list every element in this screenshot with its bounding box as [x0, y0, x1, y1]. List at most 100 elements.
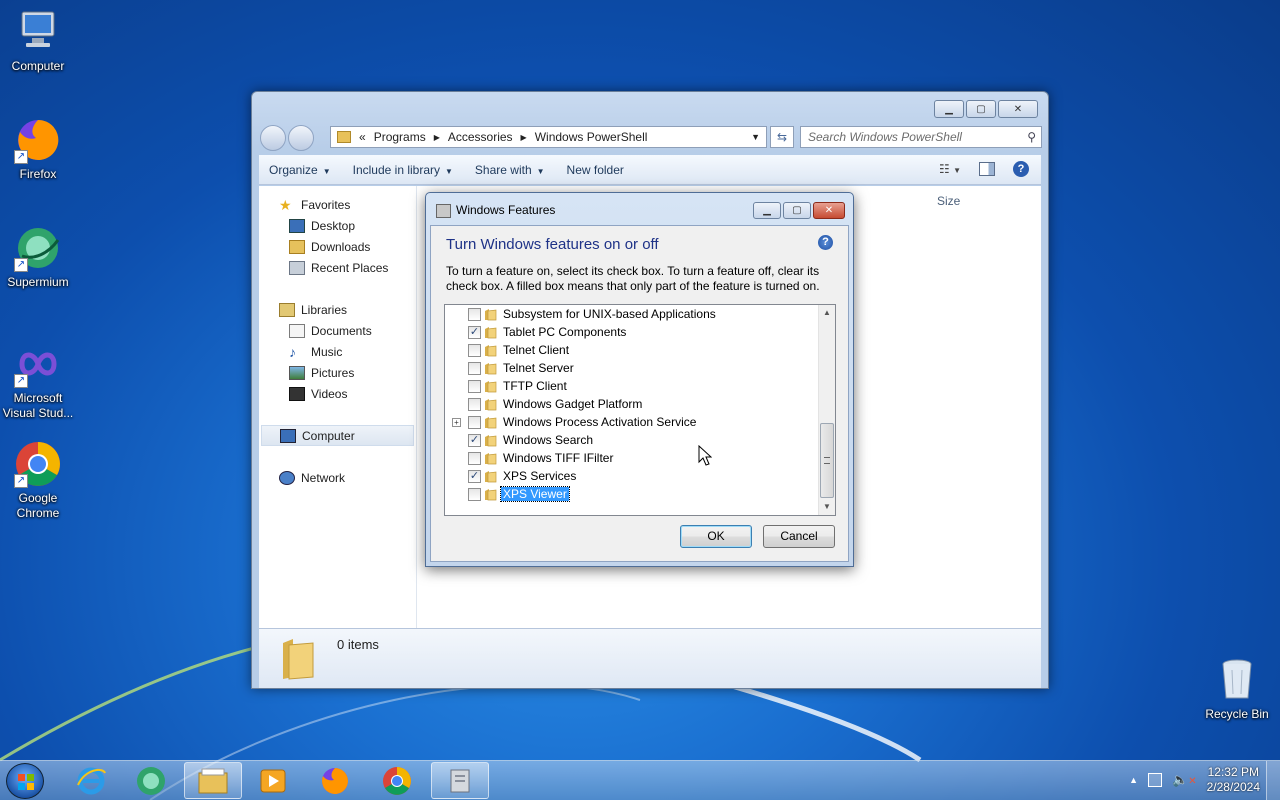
feature-checkbox[interactable] [468, 488, 481, 501]
feature-checkbox[interactable]: ✓ [468, 470, 481, 483]
feature-row[interactable]: Windows Gadget Platform [445, 396, 815, 414]
desktop-icon-firefox[interactable]: ↗ Firefox [0, 116, 76, 182]
nav-recent-places[interactable]: Recent Places [259, 257, 416, 278]
feature-label[interactable]: Telnet Client [501, 343, 571, 357]
action-center-icon[interactable] [1148, 773, 1163, 787]
maximize-button[interactable]: ▢ [966, 100, 996, 118]
address-bar[interactable]: « Programs ▶ Accessories ▶ Windows Power… [330, 126, 767, 148]
desktop-icon-computer[interactable]: Computer [0, 8, 76, 74]
scroll-down-icon[interactable]: ▼ [819, 499, 835, 515]
nav-libraries[interactable]: Libraries [259, 299, 416, 320]
feature-checkbox[interactable] [468, 416, 481, 429]
nav-documents[interactable]: Documents [259, 320, 416, 341]
show-hidden-icons-icon[interactable]: ▲ [1129, 775, 1138, 785]
taskbar-firefox[interactable] [306, 762, 364, 799]
feature-label[interactable]: Subsystem for UNIX-based Applications [501, 307, 718, 321]
breadcrumb-powershell[interactable]: Windows PowerShell [535, 130, 648, 144]
system-clock[interactable]: 12:32 PM 2/28/2024 [1207, 765, 1260, 795]
preview-pane-icon[interactable] [979, 162, 995, 176]
feature-list-scrollbar[interactable]: ▲ ▼ [818, 305, 835, 515]
feature-label[interactable]: Windows Gadget Platform [501, 397, 644, 411]
taskbar-supermium[interactable] [122, 762, 180, 799]
feature-row[interactable]: ✓ Tablet PC Components [445, 324, 815, 342]
feature-checkbox[interactable]: ✓ [468, 326, 481, 339]
help-icon[interactable]: ? [1013, 161, 1029, 177]
taskbar-internet-explorer[interactable] [62, 762, 120, 799]
minimize-button[interactable]: ▁ [934, 100, 964, 118]
organize-menu[interactable]: Organize ▼ [269, 163, 331, 177]
taskbar-chrome[interactable] [368, 762, 426, 799]
cancel-button[interactable]: Cancel [763, 525, 835, 548]
back-button[interactable] [260, 125, 286, 151]
feature-label[interactable]: Tablet PC Components [501, 325, 628, 339]
taskbar-media-player[interactable] [244, 762, 302, 799]
feature-row[interactable]: Telnet Client [445, 342, 815, 360]
feature-row[interactable]: ✓ XPS Services [445, 468, 815, 486]
feature-label[interactable]: Windows Process Activation Service [501, 415, 698, 429]
taskbar-windows-features[interactable] [431, 762, 489, 799]
feature-row[interactable]: XPS Viewer [445, 486, 815, 504]
feature-checkbox[interactable]: ✓ [468, 434, 481, 447]
nav-music[interactable]: ♪ Music [259, 341, 416, 362]
nav-pictures[interactable]: Pictures [259, 362, 416, 383]
start-button[interactable] [6, 763, 44, 799]
feature-row[interactable]: ✓ Windows Search [445, 432, 815, 450]
volume-muted-icon[interactable]: 🔈✕ [1172, 772, 1197, 788]
nav-computer[interactable]: Computer [261, 425, 414, 446]
feature-label[interactable]: XPS Viewer [500, 486, 570, 502]
feature-label[interactable]: Windows Search [501, 433, 595, 447]
feature-checkbox[interactable] [468, 380, 481, 393]
search-input[interactable]: Search Windows PowerShell ⚲ [800, 126, 1042, 148]
nav-network[interactable]: Network [259, 467, 416, 488]
view-options-icon[interactable]: ☷ ▼ [939, 162, 961, 176]
feature-checkbox[interactable] [468, 398, 481, 411]
nav-downloads[interactable]: Downloads [259, 236, 416, 257]
scroll-thumb[interactable] [820, 423, 834, 498]
feature-tree[interactable]: Subsystem for UNIX-based Applications ✓ Ta… [444, 304, 836, 516]
breadcrumb-accessories[interactable]: Accessories [448, 130, 513, 144]
downloads-icon [289, 239, 305, 254]
forward-button[interactable] [288, 125, 314, 151]
help-icon[interactable]: ? [818, 235, 833, 250]
dialog-close-button[interactable]: ✕ [813, 202, 845, 219]
close-button[interactable]: ✕ [998, 100, 1038, 118]
feature-row[interactable]: Windows TIFF IFilter [445, 450, 815, 468]
feature-checkbox[interactable] [468, 344, 481, 357]
desktop-icon-supermium[interactable]: ↗ Supermium [0, 224, 76, 290]
show-desktop-button[interactable] [1266, 761, 1280, 800]
feature-row[interactable]: Subsystem for UNIX-based Applications [445, 306, 815, 324]
breadcrumb-programs[interactable]: Programs [374, 130, 426, 144]
feature-checkbox[interactable] [468, 362, 481, 375]
feature-label[interactable]: Telnet Server [501, 361, 576, 375]
feature-checkbox[interactable] [468, 308, 481, 321]
share-with-menu[interactable]: Share with ▼ [475, 163, 545, 177]
desktop-icon-chrome[interactable]: ↗ Google Chrome [0, 440, 76, 521]
nav-videos[interactable]: Videos [259, 383, 416, 404]
dialog-minimize-button[interactable]: ▁ [753, 202, 781, 219]
feature-label[interactable]: Windows TIFF IFilter [501, 451, 615, 465]
search-placeholder: Search Windows PowerShell [808, 130, 962, 144]
desktop-icon-label: Computer [11, 59, 65, 73]
nav-desktop[interactable]: Desktop [259, 215, 416, 236]
desktop-icon-visual-studio[interactable]: ↗ Microsoft Visual Stud... [0, 340, 76, 421]
taskbar-file-explorer[interactable] [184, 762, 242, 799]
item-count: 0 items [337, 637, 379, 652]
feature-label[interactable]: XPS Services [501, 469, 578, 483]
nav-favorites[interactable]: ★ Favorites [259, 194, 416, 215]
feature-row[interactable]: TFTP Client [445, 378, 815, 396]
desktop-icon-recycle-bin[interactable]: Recycle Bin [1199, 656, 1275, 722]
feature-checkbox[interactable] [468, 452, 481, 465]
feature-label[interactable]: TFTP Client [501, 379, 569, 393]
expand-icon[interactable]: + [452, 418, 461, 427]
feature-row[interactable]: Telnet Server [445, 360, 815, 378]
scroll-up-icon[interactable]: ▲ [819, 305, 835, 321]
address-dropdown-icon[interactable]: ▼ [751, 132, 760, 142]
supermium-icon: ↗ [14, 224, 62, 272]
column-header-size[interactable]: Size [937, 194, 960, 208]
dialog-maximize-button[interactable]: ▢ [783, 202, 811, 219]
ok-button[interactable]: OK [680, 525, 752, 548]
new-folder-button[interactable]: New folder [567, 163, 624, 177]
feature-row[interactable]: + Windows Process Activation Service [445, 414, 815, 432]
refresh-button[interactable]: ⇆ [770, 126, 794, 148]
include-in-library-menu[interactable]: Include in library ▼ [353, 163, 453, 177]
